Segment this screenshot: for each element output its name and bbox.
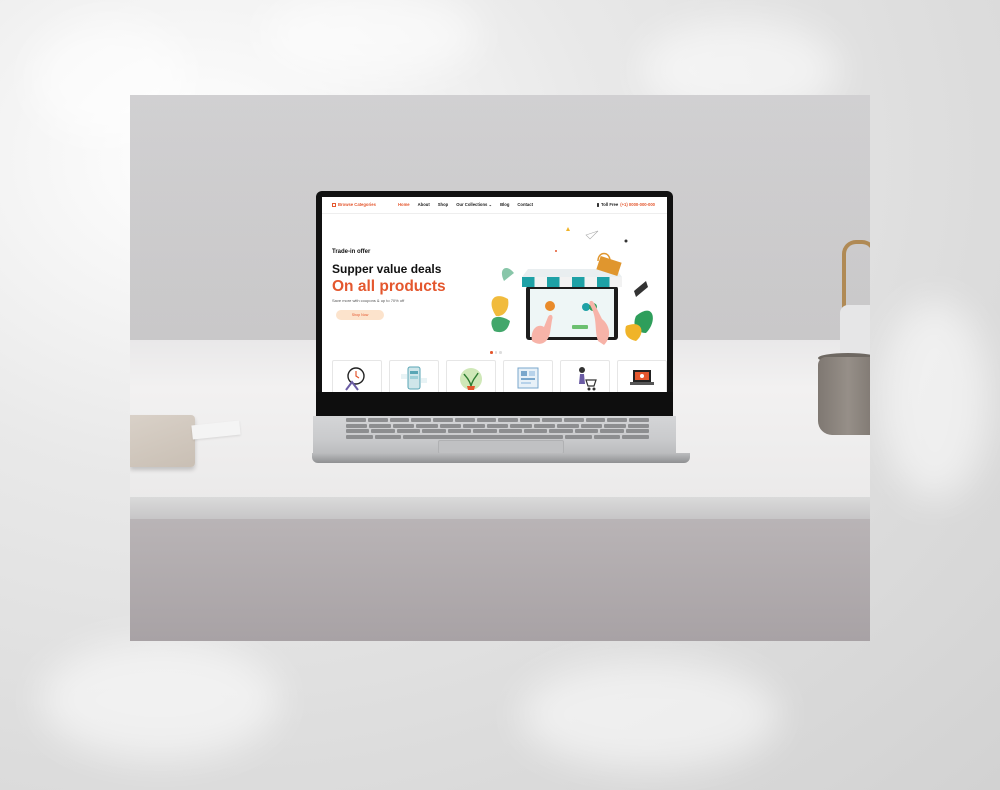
category-card[interactable] (617, 360, 667, 392)
category-card[interactable] (389, 360, 439, 392)
toll-free-label: Toll Free (601, 202, 619, 207)
carousel-dot[interactable] (499, 351, 502, 354)
shopping-cart-person-icon (579, 367, 597, 391)
app-screens-icon (517, 367, 539, 389)
desk-front (130, 519, 870, 641)
laptop-trackpad (438, 440, 564, 454)
plant-pot-icon (460, 368, 482, 390)
cup (818, 357, 870, 435)
laptop-base-front (312, 453, 690, 463)
background-bokeh (520, 660, 780, 770)
background-bokeh (40, 640, 280, 760)
hero-title-line1: Supper value deals (332, 262, 442, 276)
nav-link-home[interactable]: Home (398, 202, 410, 207)
desk-edge (130, 497, 870, 519)
toll-free: Toll Free (+1) 0000-000-000 (596, 202, 655, 207)
laptop-keyboard (346, 418, 650, 439)
hero-subtitle: Trade-in offer (332, 249, 371, 255)
browse-categories-button[interactable]: Browse Categories (332, 202, 376, 207)
carousel-dots (490, 351, 502, 354)
background-bokeh (880, 300, 990, 500)
carousel-dot[interactable] (494, 351, 497, 354)
laptop-screen: Browse Categories Home About Shop Our Co… (322, 197, 667, 392)
toll-free-number[interactable]: (+1) 0000-000-000 (620, 202, 655, 207)
category-card[interactable] (446, 360, 496, 392)
awning (522, 277, 622, 287)
leaves-right (625, 281, 653, 341)
category-card[interactable] (503, 360, 553, 392)
background-bokeh (260, 0, 480, 80)
mobile-dashboard-icon (401, 366, 427, 390)
delivery-clock-icon (345, 367, 365, 391)
nav-link-contact[interactable]: Contact (517, 202, 533, 207)
chevron-down-icon: ⌄ (488, 202, 493, 207)
notebook (130, 415, 195, 467)
grid-icon (332, 202, 336, 207)
shop-now-button[interactable]: Shop Now (336, 310, 384, 320)
shop-illustration-icon (491, 227, 653, 345)
leaves-left (491, 267, 514, 333)
kettle-handle (842, 240, 870, 312)
laptop-bezel (316, 392, 673, 416)
nav-links: Home About Shop Our Collections ⌄ Blog C… (398, 202, 533, 207)
hero-title-line2: On all products (332, 278, 446, 295)
nav-link-about[interactable]: About (418, 202, 430, 207)
category-cards (332, 360, 667, 392)
browse-categories-label: Browse Categories (338, 202, 376, 207)
category-card[interactable] (332, 360, 382, 392)
hero-description: Save more with coupons & up to 70% off (332, 298, 405, 303)
carousel-dot-active[interactable] (490, 351, 493, 354)
nav-divider (322, 213, 667, 214)
phone-icon (596, 202, 600, 207)
nav-link-collections-label: Our Collections (456, 202, 488, 207)
category-card[interactable] (560, 360, 610, 392)
mockup-photo: Browse Categories Home About Shop Our Co… (130, 95, 870, 641)
site-navbar: Browse Categories Home About Shop Our Co… (322, 197, 667, 213)
nav-link-collections[interactable]: Our Collections ⌄ (456, 202, 492, 207)
laptop-shop-icon (630, 370, 654, 385)
nav-link-shop[interactable]: Shop (438, 202, 448, 207)
nav-link-blog[interactable]: Blog (500, 202, 509, 207)
